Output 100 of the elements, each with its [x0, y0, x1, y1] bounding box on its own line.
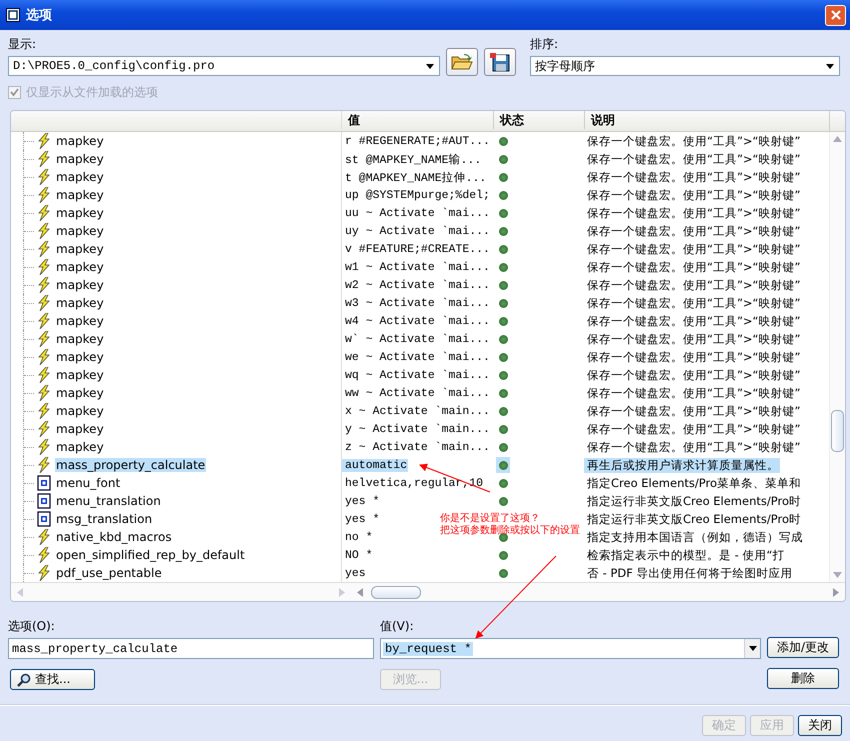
horizontal-scrollbar[interactable] [11, 583, 351, 601]
option-name[interactable]: mapkey [55, 296, 105, 310]
option-name[interactable]: mapkey [55, 422, 105, 436]
status-dot-icon [498, 550, 508, 560]
option-name[interactable]: pdf_use_pentable [55, 566, 163, 580]
option-input[interactable]: mass_property_calculate [8, 638, 374, 659]
horizontal-scrollbar[interactable] [351, 583, 845, 601]
option-name[interactable]: mapkey [55, 206, 105, 220]
lightning-icon [37, 241, 51, 257]
option-value: uu ~ Activate `mai... [344, 206, 491, 220]
option-description: 保存一个键盘宏。使用“工具”>“映射键” [586, 386, 802, 400]
option-name[interactable]: mapkey [55, 386, 105, 400]
option-name[interactable]: menu_translation [55, 494, 162, 508]
option-value: z ~ Activate `main... [344, 440, 491, 454]
dialog-button[interactable]: 关闭 [798, 715, 842, 736]
close-icon [830, 9, 842, 21]
option-description: 再生后或按用户请求计算质量属性。 [584, 458, 780, 472]
status-dot-icon [498, 298, 508, 308]
scroll-right-icon [833, 588, 839, 596]
display-dropdown[interactable]: D:\PROE5.0_config\config.pro [8, 56, 440, 76]
option-name[interactable]: open_simplified_rep_by_default [55, 548, 246, 562]
option-name[interactable]: mapkey [55, 440, 105, 454]
option-value: w` ~ Activate `mai... [344, 332, 491, 346]
save-button[interactable] [484, 48, 516, 76]
option-description: 保存一个键盘宏。使用“工具”>“映射键” [586, 224, 802, 238]
scroll-down-icon [833, 572, 842, 578]
option-value: r #REGENERATE;#AUT... [344, 134, 491, 148]
lightning-icon [37, 547, 51, 563]
option-value: up @SYSTEMpurge;%del; [344, 188, 491, 202]
status-dot-icon [498, 208, 508, 218]
status-dot-icon [498, 352, 508, 362]
lightning-icon [37, 457, 51, 473]
column-header[interactable]: 说明 [584, 111, 829, 129]
option-name[interactable]: msg_translation [55, 512, 154, 526]
status-dot-icon [498, 532, 508, 542]
option-name[interactable]: mapkey [55, 188, 105, 202]
option-value: w3 ~ Activate `mai... [344, 296, 491, 310]
column-header[interactable]: 状态 [493, 111, 584, 129]
option-value: yes * [344, 494, 381, 508]
option-value: st @MAPKEY_NAME输... [344, 152, 482, 166]
option-name[interactable]: mapkey [55, 134, 105, 148]
lightning-icon [37, 205, 51, 221]
action-button[interactable]: 添加/更改 [767, 637, 839, 658]
floppy-disk-icon [489, 52, 511, 72]
status-dot-icon [498, 388, 508, 398]
option-name[interactable]: mapkey [55, 260, 105, 274]
status-dot-icon [498, 226, 508, 236]
square-icon [37, 493, 51, 509]
action-button[interactable]: 删除 [767, 668, 839, 689]
option-description: 保存一个键盘宏。使用“工具”>“映射键” [586, 260, 802, 274]
lightning-icon [37, 331, 51, 347]
lightning-icon [37, 367, 51, 383]
option-name[interactable]: mapkey [55, 278, 105, 292]
option-name[interactable]: menu_font [55, 476, 122, 490]
option-name[interactable]: mass_property_calculate [55, 458, 206, 472]
option-description: 保存一个键盘宏。使用“工具”>“映射键” [586, 440, 802, 454]
close-button[interactable] [825, 4, 846, 26]
option-name[interactable]: mapkey [55, 350, 105, 364]
option-name[interactable]: mapkey [55, 152, 105, 166]
option-name[interactable]: mapkey [55, 242, 105, 256]
option-value: yes * [344, 512, 381, 526]
column-header[interactable]: 值 [341, 111, 493, 129]
status-dot-icon [498, 244, 508, 254]
option-name[interactable]: native_kbd_macros [55, 530, 173, 544]
option-name[interactable]: mapkey [55, 314, 105, 328]
vertical-scrollbar[interactable] [829, 132, 845, 582]
option-value: wq ~ Activate `mai... [344, 368, 491, 382]
square-icon [37, 511, 51, 527]
option-name[interactable]: mapkey [55, 404, 105, 418]
status-dot-icon [498, 424, 508, 434]
option-description: 保存一个键盘宏。使用“工具”>“映射键” [586, 152, 802, 166]
status-dot-icon [498, 496, 508, 506]
option-value: ww ~ Activate `mai... [344, 386, 491, 400]
scroll-left-icon [17, 588, 23, 596]
value-dropdown[interactable]: by_request * [380, 638, 761, 659]
lightning-icon [37, 151, 51, 167]
option-name[interactable]: mapkey [55, 368, 105, 382]
option-name[interactable]: mapkey [55, 170, 105, 184]
open-folder-button[interactable] [446, 48, 478, 76]
scroll-right-icon [339, 588, 345, 596]
option-value: w4 ~ Activate `mai... [344, 314, 491, 328]
value-label: 值(V): [380, 618, 415, 635]
status-dot-icon [498, 280, 508, 290]
scrollbar-thumb[interactable] [371, 586, 421, 598]
status-dot-icon [498, 154, 508, 164]
option-name[interactable]: mapkey [55, 224, 105, 238]
find-button[interactable]: 查找... [10, 669, 95, 690]
option-name[interactable]: mapkey [55, 332, 105, 346]
lightning-icon [37, 439, 51, 455]
status-dot-icon [498, 316, 508, 326]
option-value: automatic [342, 458, 408, 472]
status-dot-icon [498, 568, 508, 578]
scrollbar-thumb[interactable] [831, 410, 844, 452]
lightning-icon [37, 187, 51, 203]
sort-dropdown[interactable]: 按字母顺序 [530, 56, 840, 76]
option-value: y ~ Activate `main... [344, 422, 491, 436]
status-dot-icon [498, 136, 508, 146]
option-description: 指定支持用本国语言（例如，德语）写成 [586, 530, 804, 544]
option-description: 保存一个键盘宏。使用“工具”>“映射键” [586, 368, 802, 382]
option-description: 指定Creo Elements/Pro菜单条、菜单和 [586, 476, 802, 490]
